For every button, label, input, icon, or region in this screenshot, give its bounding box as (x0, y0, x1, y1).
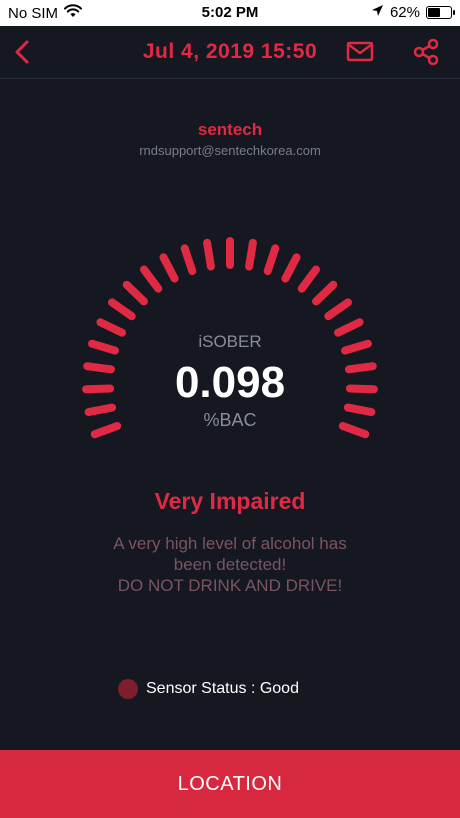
status-right: 62% (371, 4, 455, 21)
battery-fill (428, 8, 441, 17)
gauge-tick (159, 253, 179, 283)
gauge-tick (324, 298, 352, 321)
nav-bar: Jul 4, 2019 15:50 (0, 26, 460, 79)
warning-line-1: A very high level of alcohol has (113, 534, 347, 553)
gauge-tick (245, 238, 257, 271)
sensor-status-label: Sensor Status : Good (146, 680, 299, 697)
mail-icon[interactable] (346, 40, 374, 64)
gauge-tick (263, 244, 280, 276)
gauge-tick (297, 265, 320, 293)
sensor-status: Sensor Status : Good (118, 679, 299, 699)
gauge-tick (140, 265, 163, 293)
user-name: sentech (197, 120, 263, 139)
impairment-level: Very Impaired (154, 488, 306, 514)
warning-line-2: been detected! (173, 555, 287, 574)
warning-line-3: DO NOT DRINK AND DRIVE! (117, 576, 343, 595)
warning-message: A very high level of alcohol has been de… (60, 533, 400, 596)
user-email: rndsupport@sentechkorea.com (139, 143, 321, 158)
page-title: Jul 4, 2019 15:50 (142, 40, 318, 63)
location-arrow-icon (371, 4, 384, 21)
status-bar: No SIM 5:02 PM 62% (0, 0, 460, 26)
gauge-tick (180, 244, 197, 276)
gauge-tick (108, 298, 136, 321)
battery-icon (426, 6, 455, 19)
bac-unit: %BAC (203, 410, 257, 430)
battery-percent: 62% (389, 4, 420, 21)
location-button[interactable]: LOCATION (0, 750, 460, 818)
gauge-tick (281, 253, 301, 283)
gauge-tick (312, 280, 338, 306)
gauge-tick (203, 238, 215, 271)
bac-reading: 0.098 (174, 358, 286, 407)
gauge-tick (122, 280, 148, 306)
sensor-status-dot (118, 679, 138, 699)
device-brand: iSOBER (198, 332, 262, 351)
share-icon[interactable] (412, 38, 440, 66)
